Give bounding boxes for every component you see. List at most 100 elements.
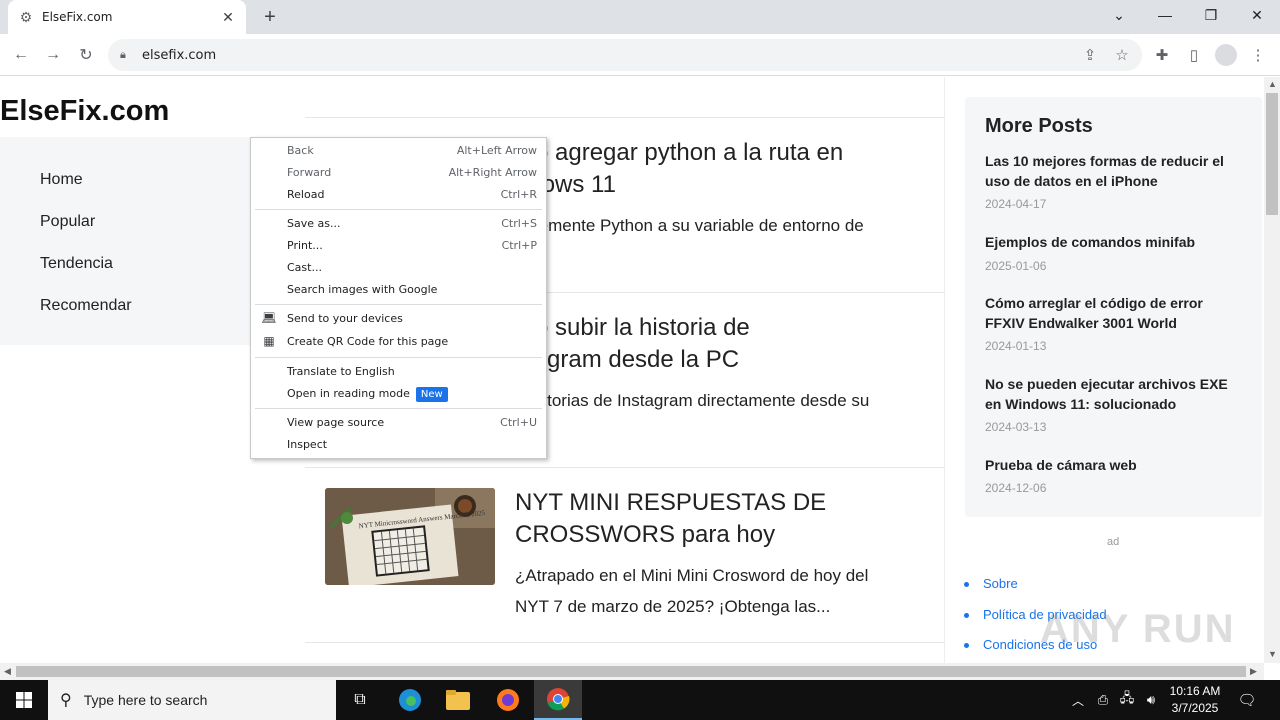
- menu-item-search-images[interactable]: Search images with Google: [287, 280, 437, 300]
- firefox-icon[interactable]: [484, 680, 532, 720]
- menu-item-reading-mode[interactable]: Open in reading mode New: [287, 384, 448, 404]
- share-icon[interactable]: ⇪: [1079, 42, 1101, 68]
- more-posts-sidebar: More Posts Las 10 mejores formas de redu…: [965, 97, 1262, 517]
- sidebar-post-line[interactable]: Las 10 mejores formas de reducir el: [985, 152, 1245, 172]
- sidebar-post-line[interactable]: uso de datos en el iPhone: [985, 172, 1245, 192]
- profile-avatar[interactable]: [1213, 42, 1239, 68]
- crossword-image: NYT Minicrossword Answers March 7, 2025: [325, 488, 495, 585]
- chrome-logo: [547, 688, 570, 711]
- sidebar-post-line[interactable]: en Windows 11: solucionado: [985, 395, 1245, 415]
- menu-item-print[interactable]: Print...: [287, 236, 323, 256]
- menu-item-forward[interactable]: Forward: [287, 163, 331, 183]
- folder-icon: [446, 690, 470, 710]
- vertical-scrollbar[interactable]: ▲ ▼: [1264, 77, 1280, 663]
- edge-icon[interactable]: [386, 680, 434, 720]
- search-placeholder[interactable]: Type here to search: [84, 692, 208, 708]
- post-title[interactable]: mo subir la historia de stagram desde la…: [515, 312, 935, 376]
- windows-taskbar: ⚲ Type here to search ⧉ ︿ ⎙ 🖧︎ 🔊︎ 10:16 …: [0, 680, 1280, 720]
- device-icon[interactable]: ⎙: [1093, 680, 1113, 720]
- divider: [305, 467, 945, 468]
- menu-item-translate[interactable]: Translate to English: [287, 362, 395, 382]
- address-bar[interactable]: 🔒︎ elsefix.com: [108, 39, 1142, 71]
- menu-item-send-to-devices[interactable]: Send to your devices: [287, 309, 403, 329]
- chevron-up-icon[interactable]: ︿: [1068, 680, 1088, 720]
- post-title[interactable]: NYT MINI RESPUESTAS DE CROSSWORS para ho…: [515, 487, 935, 551]
- scroll-thumb[interactable]: [1266, 93, 1278, 215]
- nav-item-tendencia[interactable]: Tendencia: [40, 255, 113, 273]
- clock[interactable]: 10:16 AM 3/7/2025: [1160, 683, 1230, 717]
- nav-item-home[interactable]: Home: [40, 171, 83, 189]
- volume-icon[interactable]: 🔊︎: [1140, 680, 1162, 720]
- post-title[interactable]: mo agregar python a la ruta en ndows 11: [515, 137, 935, 201]
- menu-item-reload[interactable]: Reload: [287, 185, 324, 205]
- taskbar-search[interactable]: ⚲ Type here to search: [48, 680, 336, 720]
- reload-icon[interactable]: ↻: [73, 42, 99, 68]
- notifications-icon[interactable]: 🗨︎: [1232, 680, 1262, 720]
- post-title-line[interactable]: CROSSWORS para hoy: [515, 519, 935, 551]
- network-icon[interactable]: 🖧︎: [1116, 680, 1138, 720]
- scroll-down-icon[interactable]: ▼: [1268, 649, 1277, 659]
- menu-separator: [255, 408, 542, 409]
- site-logo[interactable]: ElseFix.com: [0, 95, 169, 128]
- horizontal-scrollbar[interactable]: ◀ ▶: [0, 663, 1264, 680]
- url-text[interactable]: elsefix.com: [142, 48, 216, 63]
- extensions-icon[interactable]: ✚: [1149, 42, 1175, 68]
- menu-item-save-as[interactable]: Save as...: [287, 214, 340, 234]
- scroll-up-icon[interactable]: ▲: [1268, 79, 1277, 89]
- forward-arrow-icon[interactable]: →: [40, 42, 66, 68]
- divider: [305, 117, 945, 118]
- sidebar-post-date: 2025-01-06: [985, 259, 1047, 273]
- close-window-button[interactable]: ✕: [1234, 0, 1280, 30]
- sidebar-post-date: 2024-04-17: [985, 197, 1047, 211]
- post-excerpt-line: NYT 7 de marzo de 2025? ¡Obtenga las...: [515, 597, 831, 616]
- start-button[interactable]: [0, 680, 48, 720]
- scroll-left-icon[interactable]: ◀: [4, 666, 11, 677]
- tab-search-button[interactable]: ⌄: [1096, 0, 1142, 30]
- sidebar-post-link[interactable]: Cómo arreglar el código de error FFXIV E…: [985, 294, 1245, 333]
- close-tab-icon[interactable]: ✕: [220, 9, 236, 26]
- divider: [305, 642, 945, 643]
- sidebar-post-line[interactable]: Ejemplos de comandos minifab: [985, 233, 1245, 253]
- new-badge: New: [415, 387, 448, 402]
- task-view-icon[interactable]: ⧉: [336, 680, 384, 720]
- nav-item-recomendar[interactable]: Recomendar: [40, 297, 132, 315]
- menu-item-back[interactable]: Back: [287, 141, 314, 161]
- restore-button[interactable]: ❐: [1188, 0, 1234, 30]
- reading-mode-label[interactable]: Open in reading mode: [287, 387, 410, 400]
- sidebar-post-link[interactable]: Prueba de cámara web: [985, 456, 1245, 476]
- browser-tab[interactable]: ⚙ ElseFix.com ✕: [8, 0, 246, 34]
- post-title-line[interactable]: mo agregar python a la ruta en: [515, 137, 935, 169]
- sidebar-post-line[interactable]: No se pueden ejecutar archivos EXE: [985, 375, 1245, 395]
- menu-item-create-qr[interactable]: Create QR Code for this page: [287, 332, 448, 352]
- side-panel-icon[interactable]: ▯: [1181, 42, 1207, 68]
- menu-item-inspect[interactable]: Inspect: [287, 435, 327, 455]
- minimize-button[interactable]: —: [1142, 0, 1188, 30]
- lock-icon[interactable]: 🔒︎: [120, 49, 134, 62]
- sidebar-post-line[interactable]: Cómo arreglar el código de error: [985, 294, 1245, 314]
- scroll-right-icon[interactable]: ▶: [1250, 666, 1257, 677]
- back-arrow-icon[interactable]: ←: [8, 42, 34, 68]
- bookmark-star-icon[interactable]: ☆: [1111, 42, 1133, 68]
- scroll-thumb[interactable]: [16, 666, 1246, 677]
- menu-kebab-icon[interactable]: ⋮: [1245, 42, 1271, 68]
- new-tab-button[interactable]: +: [258, 6, 282, 28]
- post-title-line[interactable]: ndows 11: [515, 169, 935, 201]
- sidebar-post-link[interactable]: Las 10 mejores formas de reducir el uso …: [985, 152, 1245, 191]
- chrome-icon[interactable]: [534, 680, 582, 720]
- nav-item-popular[interactable]: Popular: [40, 213, 95, 231]
- post-title-line[interactable]: NYT MINI RESPUESTAS DE: [515, 487, 935, 519]
- sidebar-post-link[interactable]: Ejemplos de comandos minifab: [985, 233, 1245, 253]
- sidebar-post-link[interactable]: No se pueden ejecutar archivos EXE en Wi…: [985, 375, 1245, 414]
- post-title-line[interactable]: mo subir la historia de: [515, 312, 935, 344]
- list-bullet: [964, 643, 969, 648]
- shortcut-reload: Ctrl+R: [500, 188, 537, 201]
- menu-item-view-source[interactable]: View page source: [287, 413, 384, 433]
- menu-item-cast[interactable]: Cast...: [287, 258, 322, 278]
- post-excerpt-line: ¿Atrapado en el Mini Mini Crosword de ho…: [515, 566, 869, 585]
- footer-link-sobre[interactable]: Sobre: [983, 576, 1018, 591]
- sidebar-post-line[interactable]: Prueba de cámara web: [985, 456, 1245, 476]
- post-title-line[interactable]: stagram desde la PC: [515, 344, 935, 376]
- file-explorer-icon[interactable]: [434, 680, 482, 720]
- sidebar-post-line[interactable]: FFXIV Endwalker 3001 World: [985, 314, 1245, 334]
- post-thumbnail[interactable]: NYT Minicrossword Answers March 7, 2025: [325, 488, 495, 585]
